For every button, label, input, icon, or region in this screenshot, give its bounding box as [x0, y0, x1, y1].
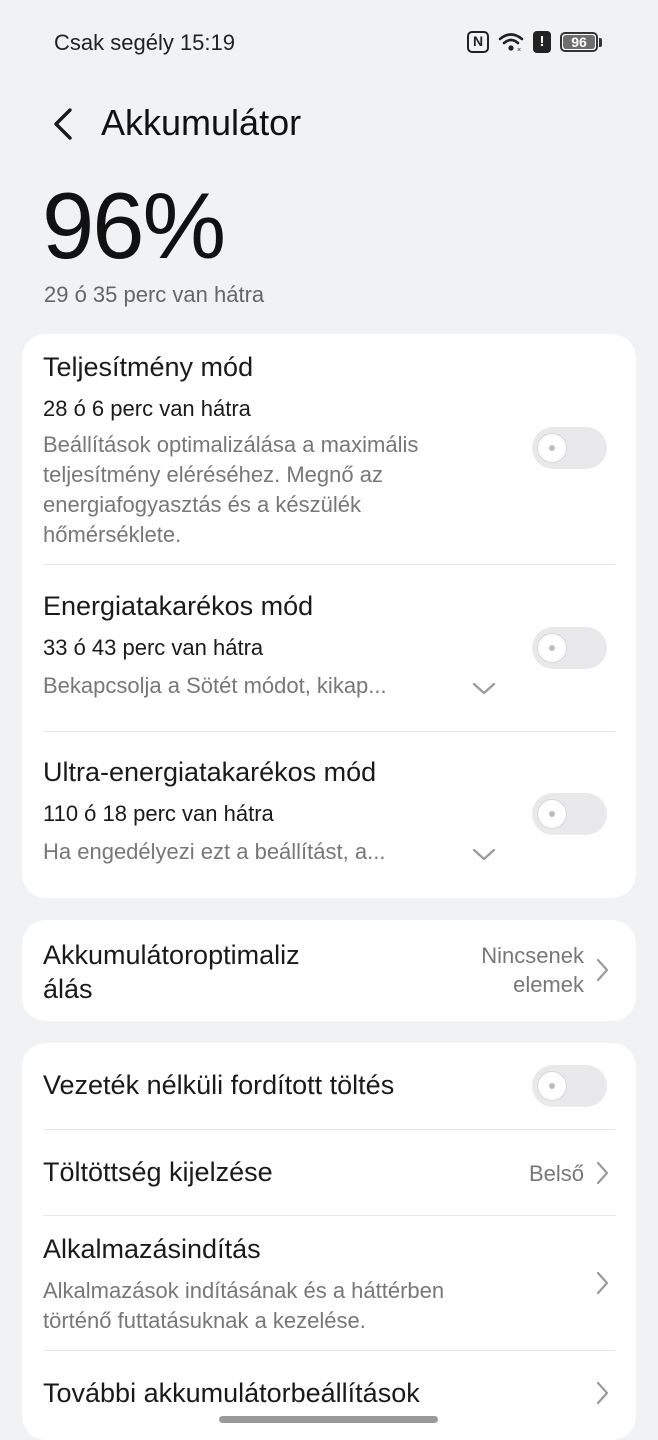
value-line: elemek [513, 972, 584, 997]
ultra-energy-saving-mode-title: Ultra-energiatakarékos mód [43, 757, 377, 787]
chevron-down-icon[interactable] [472, 682, 496, 696]
battery-percent: 96% [42, 173, 226, 278]
battery-optimization-value: Nincsenek elemek [481, 941, 584, 999]
title-line: Akkumulátoroptimaliz [43, 940, 300, 970]
desc-line: Alkalmazások indításának és a háttérben [43, 1278, 445, 1303]
performance-mode-toggle[interactable] [532, 427, 607, 469]
ultra-energy-saving-mode-row[interactable]: Ultra-energiatakarékos mód 110 ó 18 perc… [22, 732, 636, 898]
chevron-right-icon [596, 958, 609, 982]
status-carrier-time: Csak segély 15:19 [54, 30, 235, 55]
desc-line: hőmérséklete. [43, 522, 182, 547]
performance-mode-title: Teljesítmény mód [43, 352, 254, 382]
battery-icon: 96 [560, 32, 598, 52]
charge-display-value: Belső [528, 1161, 584, 1186]
value-line: Nincsenek [481, 943, 584, 968]
home-indicator[interactable] [219, 1416, 438, 1423]
wifi-icon: × [498, 33, 524, 53]
status-icons: N × ! 96 [467, 31, 602, 53]
nfc-icon: N [467, 31, 489, 53]
charge-display-row[interactable]: Töltöttség kijelzése Belső [22, 1130, 636, 1216]
chevron-right-icon [596, 1161, 609, 1185]
battery-optimization-title: Akkumulátoroptimaliz álás [43, 938, 300, 1006]
energy-saving-mode-title: Energiatakarékos mód [43, 591, 314, 621]
ultra-energy-saving-mode-desc: Ha engedélyezi ezt a beállítást, a... [43, 839, 386, 864]
page-title: Akkumulátor [101, 102, 302, 143]
app-launch-row[interactable]: Alkalmazásindítás Alkalmazások indításán… [22, 1216, 636, 1350]
power-modes-card: Teljesítmény mód 28 ó 6 perc van hátra B… [22, 334, 636, 898]
app-launch-desc: Alkalmazások indításának és a háttérben … [43, 1276, 444, 1336]
battery-cap [599, 37, 602, 47]
toggle-knob-dot [549, 645, 555, 651]
battery-level: 96 [571, 34, 587, 50]
desc-line: energiafogyasztás és a készülék [43, 492, 361, 517]
title-line: álás [43, 974, 93, 1004]
status-bar: Csak segély 15:19 N × ! 96 [0, 0, 658, 88]
toggle-knob-dot [549, 1083, 555, 1089]
charge-display-title: Töltöttség kijelzése [43, 1157, 273, 1187]
energy-saving-mode-time: 33 ó 43 perc van hátra [43, 635, 264, 660]
desc-line: Beállítások optimalizálása a maximális [43, 432, 419, 457]
more-battery-settings-title: További akkumulátorbeállítások [43, 1378, 420, 1408]
battery-optimization-card[interactable]: Akkumulátoroptimaliz álás Nincsenek elem… [22, 920, 636, 1021]
battery-settings-card: Vezeték nélküli fordított töltés Töltött… [22, 1043, 636, 1440]
ultra-energy-saving-mode-toggle[interactable] [532, 793, 607, 835]
energy-saving-mode-toggle[interactable] [532, 627, 607, 669]
alert-icon: ! [533, 31, 551, 53]
battery-remaining: 29 ó 35 perc van hátra [44, 282, 265, 307]
reverse-charging-title: Vezeték nélküli fordított töltés [43, 1070, 395, 1100]
more-battery-settings-row[interactable]: További akkumulátorbeállítások [22, 1351, 636, 1437]
performance-mode-time: 28 ó 6 perc van hátra [43, 396, 251, 421]
desc-line: történő futtatásuknak a kezelése. [43, 1308, 366, 1333]
toggle-knob-dot [549, 811, 555, 817]
chevron-left-icon[interactable] [44, 104, 84, 144]
chevron-right-icon [596, 1381, 609, 1405]
performance-mode-row[interactable]: Teljesítmény mód 28 ó 6 perc van hátra B… [22, 334, 636, 564]
header: Akkumulátor [0, 96, 658, 156]
desc-line: teljesítmény eléréséhez. Megnő az [43, 462, 383, 487]
chevron-down-icon[interactable] [472, 848, 496, 862]
toggle-knob-dot [549, 445, 555, 451]
ultra-energy-saving-mode-time: 110 ó 18 perc van hátra [43, 801, 274, 826]
reverse-charging-row[interactable]: Vezeték nélküli fordított töltés [22, 1043, 636, 1129]
energy-saving-mode-row[interactable]: Energiatakarékos mód 33 ó 43 perc van há… [22, 565, 636, 731]
performance-mode-desc: Beállítások optimalizálása a maximális t… [43, 430, 418, 550]
energy-saving-mode-desc: Bekapcsolja a Sötét módot, kikap... [43, 673, 387, 698]
reverse-charging-toggle[interactable] [532, 1065, 607, 1107]
svg-text:×: × [517, 47, 521, 53]
chevron-right-icon [596, 1271, 609, 1295]
app-launch-title: Alkalmazásindítás [43, 1234, 261, 1264]
